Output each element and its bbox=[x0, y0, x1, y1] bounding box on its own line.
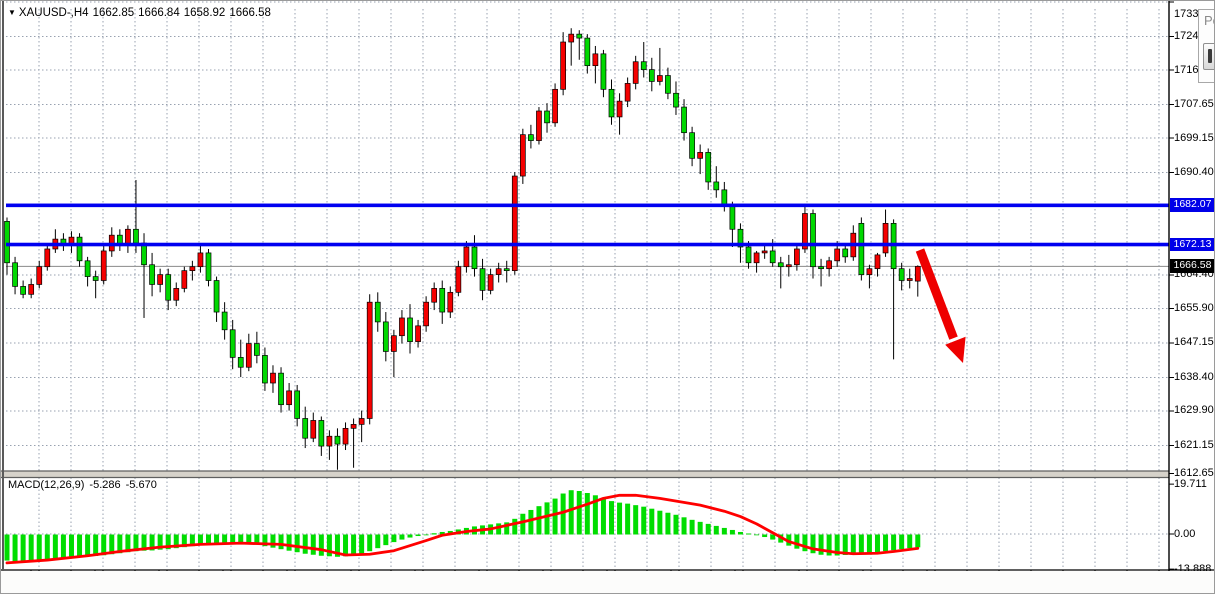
chart-canvas[interactable] bbox=[1, 1, 1215, 594]
chart-frame bbox=[1, 1, 1215, 594]
price-tick-label: 1647.15 bbox=[1174, 336, 1214, 349]
ohlc-close: 1666.58 bbox=[229, 7, 271, 19]
mt4-chart-window: 1733.651724.901716.401707.651699.151690.… bbox=[0, 0, 1215, 594]
price-tick-label: 1690.40 bbox=[1174, 166, 1214, 179]
current-price-badge: 1666.58 bbox=[1170, 259, 1215, 273]
grid-layer bbox=[6, 2, 1169, 570]
ohlc-low: 1658.92 bbox=[184, 7, 226, 19]
price-tick-label: 1638.40 bbox=[1174, 371, 1214, 384]
ohlc-open: 1662.85 bbox=[93, 7, 135, 19]
macd-signal-line bbox=[7, 495, 918, 563]
level-badge-lower: 1672.13 bbox=[1170, 238, 1215, 252]
ohlc-high: 1666.84 bbox=[138, 7, 180, 19]
sell-arrow-annotation[interactable] bbox=[920, 250, 966, 363]
level-lines[interactable] bbox=[6, 204, 1169, 247]
macd-name: MACD(12,26,9) bbox=[8, 479, 84, 491]
time-axis-strip[interactable] bbox=[1, 571, 1215, 594]
price-tick-label: 1621.15 bbox=[1174, 439, 1214, 452]
macd-scale-label: 19.711 bbox=[1174, 478, 1207, 491]
symbol-timeframe: XAUUSD-,H4 bbox=[19, 7, 89, 19]
price-tick-label: 1699.15 bbox=[1174, 132, 1214, 145]
popup-button-icon bbox=[1208, 49, 1212, 63]
macd-indicator-label: MACD(12,26,9) -5.286 -5.670 bbox=[8, 479, 162, 491]
price-tick-label: 1629.90 bbox=[1174, 404, 1214, 417]
popup-clipped-text: Po bbox=[1199, 10, 1215, 28]
price-tick-label: 1655.90 bbox=[1174, 302, 1214, 315]
symbol-dropdown-icon[interactable]: ▼ bbox=[8, 8, 16, 17]
candlestick-series bbox=[5, 28, 921, 470]
price-tick-label: 1707.65 bbox=[1174, 98, 1214, 111]
chart-title: ▼XAUUSD-,H4 1662.851666.84 1658.921666.58 bbox=[8, 7, 275, 19]
level-badge-upper: 1682.07 bbox=[1170, 198, 1215, 212]
macd-signal-value: -5.670 bbox=[126, 479, 157, 491]
macd-histogram bbox=[5, 490, 921, 562]
clipped-popup: Po bbox=[1198, 9, 1215, 83]
popup-button[interactable] bbox=[1203, 43, 1215, 70]
macd-main-value: -5.286 bbox=[89, 479, 120, 491]
macd-scale-label: 0.00 bbox=[1174, 528, 1195, 541]
